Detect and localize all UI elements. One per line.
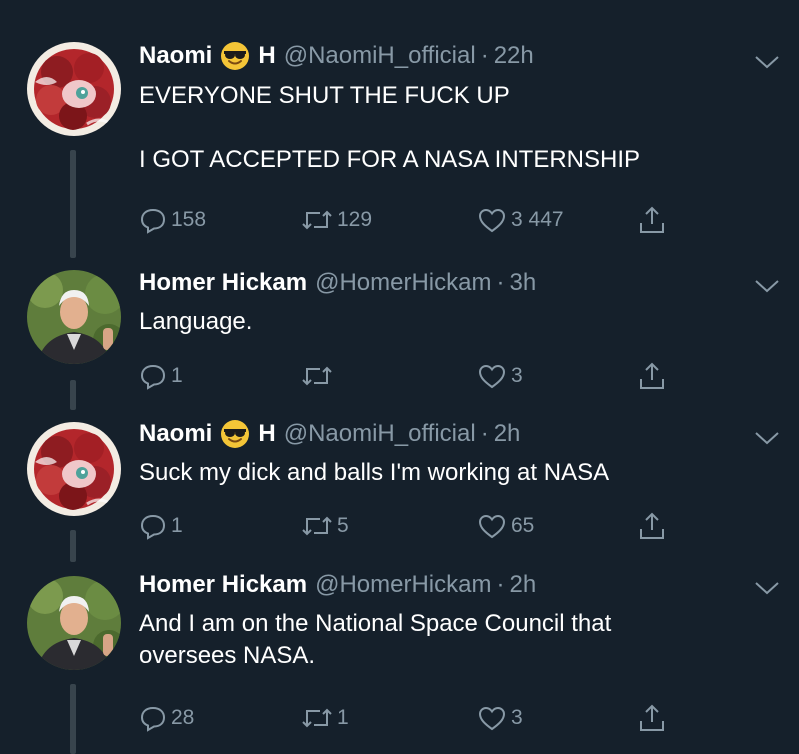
profile-photo-icon [27, 576, 121, 670]
tweet-thread: Naomi H @NaomiH_official · 22h EVERYONE … [0, 0, 799, 754]
heart-icon [478, 514, 506, 539]
tweet-header: Naomi H @NaomiH_official · 22h [139, 41, 534, 71]
tweet[interactable]: Homer Hickam @HomerHickam · 2h And I am … [0, 562, 799, 754]
chevron-down-icon[interactable] [754, 278, 780, 294]
like-button[interactable]: 3 [477, 702, 523, 734]
display-name[interactable]: Homer Hickam [139, 570, 307, 600]
retweet-icon [302, 210, 332, 230]
thread-connector [70, 150, 76, 258]
tweet[interactable]: Homer Hickam @HomerHickam · 3h Language.… [0, 262, 799, 410]
tweet-header: Homer Hickam @HomerHickam · 2h [139, 570, 536, 600]
thread-connector [70, 380, 76, 410]
retweet-button[interactable] [301, 360, 337, 392]
tweet-text: And I am on the National Space Council t… [139, 610, 612, 669]
separator-dot: · [496, 269, 505, 296]
tweet-actions: 1 3 [139, 360, 699, 392]
tweet-text: EVERYONE SHUT THE FUCK UP I GOT ACCEPTED… [139, 82, 640, 173]
tweet[interactable]: Naomi H @NaomiH_official · 2h Suck my di… [0, 410, 799, 562]
heart-icon [478, 364, 506, 389]
reply-button[interactable]: 28 [139, 702, 194, 734]
display-name-last[interactable]: H [258, 419, 275, 449]
reply-count: 28 [171, 706, 195, 729]
reply-button[interactable]: 158 [139, 204, 206, 236]
like-count: 3 [511, 364, 523, 387]
share-icon [640, 362, 664, 389]
tweet-header: Naomi H @NaomiH_official · 2h [139, 419, 520, 449]
tweet-actions: 158 129 3 447 [139, 204, 699, 236]
avatar[interactable] [27, 42, 121, 136]
user-handle[interactable]: @HomerHickam [315, 570, 491, 600]
tweet-text: Suck my dick and balls I'm working at NA… [139, 459, 610, 486]
heart-icon [478, 706, 506, 731]
like-button[interactable]: 65 [477, 510, 534, 542]
retweet-count: 5 [337, 514, 349, 537]
reply-count: 158 [171, 208, 207, 231]
share-icon [640, 704, 664, 731]
reply-button[interactable]: 1 [139, 360, 183, 392]
timestamp[interactable]: 2h [494, 419, 521, 449]
retweet-icon [302, 516, 332, 536]
like-button[interactable]: 3 [477, 360, 523, 392]
like-count: 65 [511, 514, 535, 537]
retweet-count: 1 [337, 706, 349, 729]
timestamp[interactable]: 22h [494, 41, 534, 71]
chevron-down-icon[interactable] [754, 580, 780, 596]
like-button[interactable]: 3 447 [477, 204, 564, 236]
tweet[interactable]: Naomi H @NaomiH_official · 22h EVERYONE … [0, 0, 799, 262]
retweet-button[interactable]: 5 [301, 510, 349, 542]
sunglasses-emoji-icon [220, 419, 250, 449]
share-icon [640, 512, 664, 539]
avatar[interactable] [27, 576, 121, 670]
thread-connector [70, 684, 76, 754]
reply-count: 1 [171, 514, 183, 537]
tweet-text: Language. [139, 308, 253, 335]
display-name[interactable]: Naomi [139, 41, 212, 71]
thread-connector [70, 530, 76, 562]
retweet-button[interactable]: 1 [301, 702, 349, 734]
tweet-actions: 28 1 3 [139, 702, 699, 734]
reply-icon [140, 514, 166, 540]
like-count: 3 447 [511, 208, 564, 231]
reply-icon [140, 706, 166, 732]
share-button[interactable] [637, 702, 667, 734]
separator-dot: · [480, 420, 489, 447]
user-handle[interactable]: @NaomiH_official [284, 419, 476, 449]
avatar[interactable] [27, 422, 121, 516]
share-button[interactable] [637, 204, 667, 236]
profile-photo-icon [27, 270, 121, 364]
retweet-icon [302, 708, 332, 728]
sunglasses-emoji-icon [220, 41, 250, 71]
retweet-icon [302, 366, 332, 386]
separator-dot: · [480, 42, 489, 69]
separator-dot: · [496, 571, 505, 598]
tweet-header: Homer Hickam @HomerHickam · 3h [139, 268, 536, 298]
chevron-down-icon[interactable] [754, 54, 780, 70]
reply-icon [140, 208, 166, 234]
display-name[interactable]: Naomi [139, 419, 212, 449]
user-handle[interactable]: @HomerHickam [315, 268, 491, 298]
reply-count: 1 [171, 364, 183, 387]
retweet-count: 129 [337, 208, 373, 231]
share-icon [640, 206, 664, 233]
chevron-down-icon[interactable] [754, 430, 780, 446]
retweet-button[interactable]: 129 [301, 204, 372, 236]
avatar[interactable] [27, 270, 121, 364]
tweet-actions: 1 5 65 [139, 510, 699, 542]
display-name[interactable]: Homer Hickam [139, 268, 307, 298]
heart-icon [478, 208, 506, 233]
share-button[interactable] [637, 510, 667, 542]
anime-avatar-icon [27, 42, 121, 136]
reply-icon [140, 364, 166, 390]
timestamp[interactable]: 2h [509, 570, 536, 600]
anime-avatar-icon [27, 422, 121, 516]
share-button[interactable] [637, 360, 667, 392]
reply-button[interactable]: 1 [139, 510, 183, 542]
user-handle[interactable]: @NaomiH_official [284, 41, 476, 71]
display-name-last[interactable]: H [258, 41, 275, 71]
timestamp[interactable]: 3h [509, 268, 536, 298]
like-count: 3 [511, 706, 523, 729]
